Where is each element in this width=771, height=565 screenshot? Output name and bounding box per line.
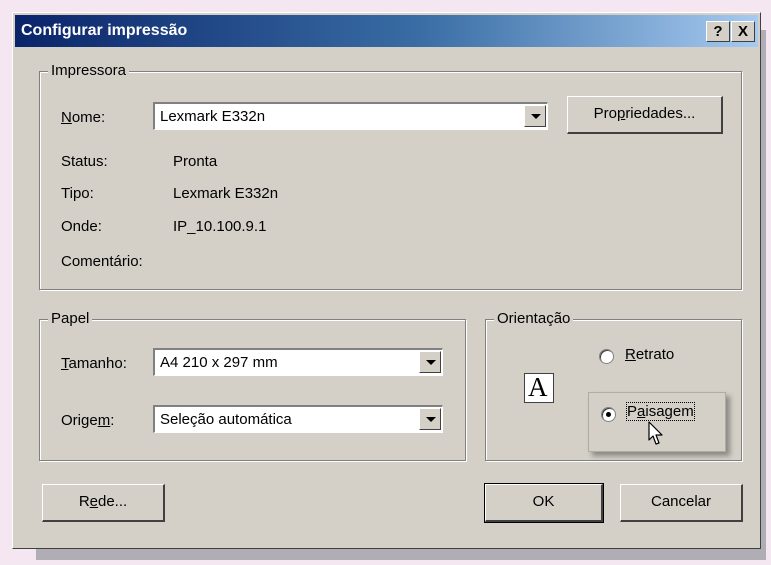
- orientation-preview-icon: A: [524, 372, 554, 403]
- paper-source-label: Origem:: [61, 412, 115, 429]
- close-button[interactable]: X: [731, 21, 755, 42]
- paper-source-dropdown[interactable]: Seleção automática: [153, 405, 443, 433]
- network-button[interactable]: Rede...: [42, 484, 165, 522]
- help-button[interactable]: ?: [706, 21, 730, 42]
- mouse-cursor-icon: [648, 421, 663, 445]
- chevron-down-icon[interactable]: [524, 105, 546, 127]
- paper-size-value: A4 210 x 297 mm: [160, 354, 278, 371]
- chevron-down-icon[interactable]: [419, 408, 441, 430]
- cancel-button[interactable]: Cancelar: [620, 484, 743, 522]
- printer-group-legend: Impressora: [48, 62, 130, 79]
- landscape-label[interactable]: Paisagem: [626, 402, 695, 421]
- printer-name-value: Lexmark E332n: [160, 108, 266, 125]
- type-label: Tipo:: [61, 185, 94, 202]
- title-bar[interactable]: Configurar impressão ? X: [15, 15, 758, 47]
- properties-button[interactable]: Propriedades...: [567, 96, 723, 134]
- paper-size-dropdown[interactable]: A4 210 x 297 mm: [153, 348, 443, 376]
- dialog-title: Configurar impressão: [21, 22, 188, 39]
- status-value: Pronta: [173, 153, 218, 170]
- portrait-label[interactable]: Retrato: [625, 346, 674, 363]
- paper-source-value: Seleção automática: [160, 411, 292, 428]
- landscape-radio[interactable]: [601, 407, 616, 422]
- status-label: Status:: [61, 153, 108, 170]
- printer-name-label: Nome:: [61, 109, 106, 126]
- landscape-option-highlight[interactable]: Paisagem: [588, 392, 726, 452]
- ok-button[interactable]: OK: [484, 483, 604, 523]
- paper-group-legend: Papel: [48, 310, 93, 327]
- comment-label: Comentário:: [61, 253, 143, 270]
- print-setup-dialog: Configurar impressão ? X Impressora Nome…: [12, 12, 761, 549]
- portrait-radio[interactable]: [599, 349, 614, 364]
- paper-group: Papel: [39, 310, 466, 461]
- where-label: Onde:: [61, 218, 102, 235]
- printer-name-dropdown[interactable]: Lexmark E332n: [153, 102, 548, 130]
- orientation-group-legend: Orientação: [494, 310, 574, 327]
- chevron-down-icon[interactable]: [419, 351, 441, 373]
- type-value: Lexmark E332n: [173, 185, 279, 202]
- where-value: IP_10.100.9.1: [173, 218, 267, 235]
- paper-size-label: Tamanho:: [61, 355, 127, 372]
